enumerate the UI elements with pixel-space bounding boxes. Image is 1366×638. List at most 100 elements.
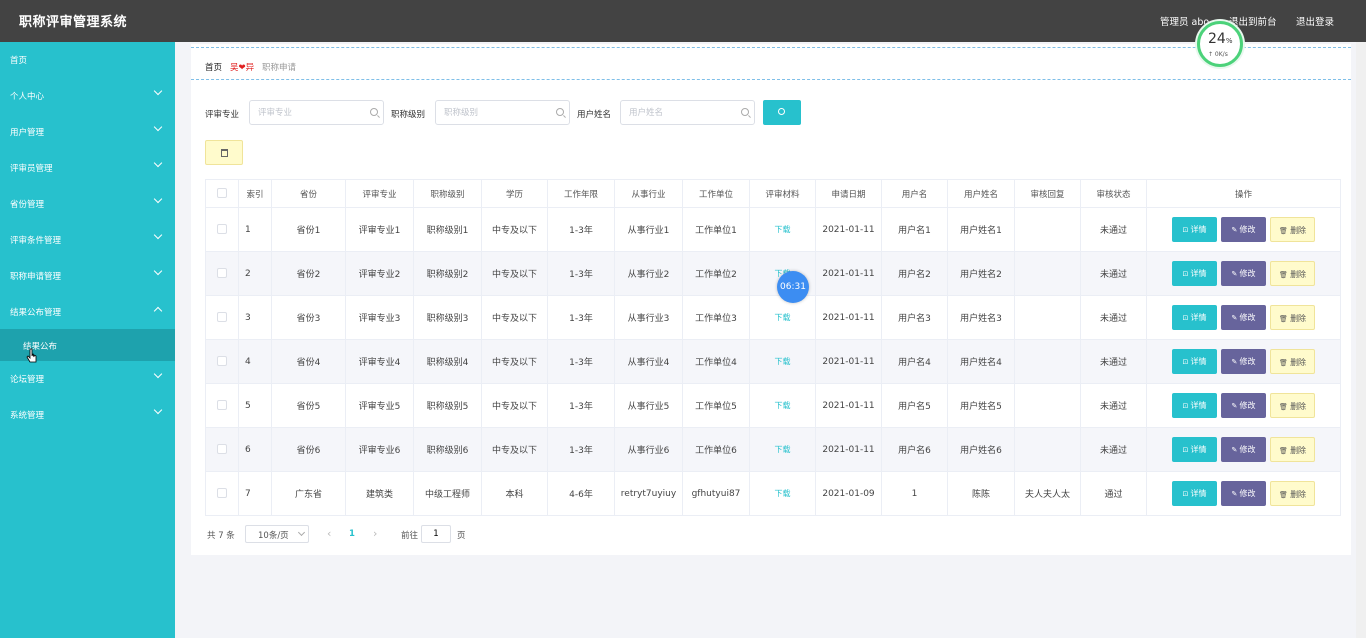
delete-button[interactable]: 🗑 删除 (1270, 305, 1315, 330)
pencil-icon: ✎ (1231, 490, 1240, 498)
detail-button[interactable]: ⊡ 详情 (1172, 437, 1217, 462)
download-link[interactable]: 下载 (775, 401, 791, 410)
row-select-cell[interactable] (205, 339, 239, 384)
table-cell (1014, 427, 1081, 472)
search-icon (741, 108, 749, 116)
row-checkbox[interactable] (217, 400, 227, 411)
download-link[interactable]: 下载 (775, 489, 791, 498)
next-page-button[interactable]: › (373, 527, 377, 540)
download-link[interactable]: 下载 (775, 225, 791, 234)
row-checkbox[interactable] (217, 488, 227, 499)
row-checkbox[interactable] (217, 224, 227, 235)
row-select-cell[interactable] (205, 295, 239, 340)
sidebar-item[interactable]: 论坛管理 (0, 361, 175, 397)
table-row[interactable]: 7 广东省 建筑类 中级工程师 本科 4-6年 retryt7uyiuy gfhutyui87… (205, 471, 1341, 516)
delete-button[interactable]: 🗑 删除 (1270, 481, 1315, 506)
major-search-input[interactable] (258, 106, 363, 120)
table-cell: 用户名3 (881, 295, 948, 340)
row-select-cell[interactable] (205, 207, 239, 252)
timer-badge[interactable]: 06:31 (777, 271, 809, 303)
table-cell: 用户名1 (881, 207, 948, 252)
row-select-cell[interactable] (205, 383, 239, 428)
vertical-scrollbar[interactable] (1356, 42, 1366, 638)
level-filter-field[interactable] (435, 100, 570, 125)
trash-icon: 🗑 (1278, 315, 1291, 323)
sidebar-item[interactable]: 评审条件管理 (0, 222, 175, 258)
sidebar-item[interactable]: 首页 (0, 42, 175, 78)
detail-button[interactable]: ⊡ 详情 (1172, 217, 1217, 242)
page-size-select[interactable]: 10条/页 (245, 525, 309, 543)
download-link[interactable]: 下载 (775, 313, 791, 322)
table-row[interactable]: 6 省份6 评审专业6 职称级别6 中专及以下 1-3年 从事行业6 工作单位6 下载 2021-… (205, 427, 1341, 472)
edit-button[interactable]: ✎ 修改 (1221, 217, 1266, 242)
prev-page-button[interactable]: ‹ (327, 527, 331, 540)
edit-button[interactable]: ✎ 修改 (1221, 437, 1266, 462)
goto-label: 前往 (401, 531, 419, 541)
username-filter-label: 用户姓名 (577, 110, 612, 120)
edit-button[interactable]: ✎ 修改 (1221, 349, 1266, 374)
table-cell: 中级工程师 (413, 471, 482, 516)
row-select-cell[interactable] (205, 471, 239, 516)
detail-button[interactable]: ⊡ 详情 (1172, 261, 1217, 286)
table-cell: 广东省 (271, 471, 346, 516)
edit-button[interactable]: ✎ 修改 (1221, 305, 1266, 330)
table-cell: 1-3年 (547, 383, 615, 428)
batch-delete-button[interactable] (205, 140, 243, 165)
action-label: 删除 (1290, 358, 1307, 367)
delete-button[interactable]: 🗑 删除 (1270, 261, 1315, 286)
select-all-cell[interactable] (205, 179, 239, 208)
delete-button[interactable]: 🗑 删除 (1270, 349, 1315, 374)
edit-button[interactable]: ✎ 修改 (1221, 393, 1266, 418)
detail-button[interactable]: ⊡ 详情 (1172, 393, 1217, 418)
edit-button[interactable]: ✎ 修改 (1221, 481, 1266, 506)
logout-link[interactable]: 退出登录 (1296, 14, 1334, 28)
action-label: 详情 (1190, 269, 1207, 278)
delete-button[interactable]: 🗑 删除 (1270, 437, 1315, 462)
delete-button[interactable]: 🗑 删除 (1270, 393, 1315, 418)
table-cell (1014, 339, 1081, 384)
table-row[interactable]: 2省份2评审专业2职称级别2中专及以下1-3年从事行业2工作单位2下载2021-… (205, 251, 1341, 296)
table-header-row: 索引 省份 评审专业 职称级别 学历 工作年限 从事行业 工作单位 评审材料 申请日期 用户名 用户姓… (205, 179, 1341, 208)
detail-button[interactable]: ⊡ 详情 (1172, 349, 1217, 374)
sidebar-item[interactable]: 评审员管理 (0, 150, 175, 186)
row-checkbox[interactable] (217, 444, 227, 455)
sidebar-item[interactable]: 用户管理 (0, 114, 175, 150)
edit-button[interactable]: ✎ 修改 (1221, 261, 1266, 286)
action-label: 删除 (1290, 402, 1307, 411)
row-checkbox[interactable] (217, 312, 227, 323)
detail-button[interactable]: ⊡ 详情 (1172, 305, 1217, 330)
sidebar-item[interactable]: 结果公布管理 (0, 294, 175, 330)
table-cell: 4 (238, 339, 272, 384)
table-row[interactable]: 3 省份3 评审专业3 职称级别3 中专及以下 1-3年 从事行业3 工作单位3 下载 2021-… (205, 295, 1341, 340)
table-cell: 评审专业6 (345, 427, 414, 472)
table-row[interactable]: 1 省份1 评审专业1 职称级别1 中专及以下 1-3年 从事行业1 工作单位1 下载 2021-… (205, 207, 1341, 252)
row-select-cell[interactable] (205, 251, 239, 296)
select-all-checkbox[interactable] (217, 188, 227, 199)
sidebar-item[interactable]: 职称申请管理 (0, 258, 175, 294)
sidebar-item-label: 用户管理 (10, 128, 45, 138)
table-cell: 用户姓名6 (947, 427, 1015, 472)
column-header: 用户名 (881, 179, 948, 208)
row-checkbox[interactable] (217, 268, 227, 279)
level-search-input[interactable] (444, 106, 549, 120)
sidebar-item[interactable]: 系统管理 (0, 397, 175, 433)
page-number-current[interactable]: 1 (349, 529, 355, 539)
download-link[interactable]: 下载 (775, 445, 791, 454)
row-checkbox[interactable] (217, 356, 227, 367)
detail-button[interactable]: ⊡ 详情 (1172, 481, 1217, 506)
goto-page-input[interactable] (421, 525, 451, 543)
delete-button[interactable]: 🗑 删除 (1270, 217, 1315, 242)
sidebar-item[interactable]: 个人中心 (0, 78, 175, 114)
breadcrumb-home[interactable]: 首页 (205, 61, 222, 73)
username-search-input[interactable] (629, 106, 734, 120)
search-button[interactable] (763, 100, 801, 125)
table-row[interactable]: 5 省份5 评审专业5 职称级别5 中专及以下 1-3年 从事行业5 工作单位5 下载 2021-… (205, 383, 1341, 428)
username-filter-field[interactable] (620, 100, 755, 125)
sidebar-item[interactable]: 省份管理 (0, 186, 175, 222)
major-filter-field[interactable] (249, 100, 384, 125)
download-link[interactable]: 下载 (775, 357, 791, 366)
row-select-cell[interactable] (205, 427, 239, 472)
exit-to-frontend-link[interactable]: 退出到前台 (1229, 14, 1277, 28)
column-header: 审核回复 (1014, 179, 1081, 208)
table-row[interactable]: 4 省份4 评审专业4 职称级别4 中专及以下 1-3年 从事行业4 工作单位4 下载 2021-… (205, 339, 1341, 384)
